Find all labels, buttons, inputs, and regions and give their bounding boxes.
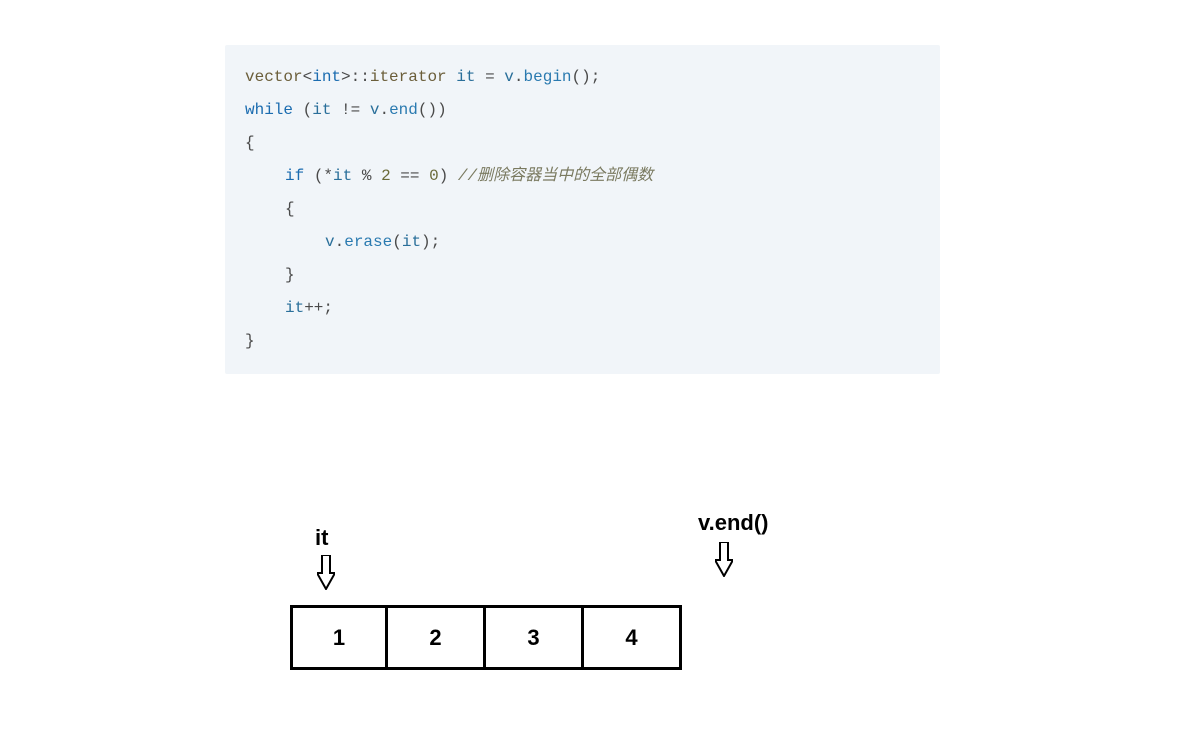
arrow-down-icon (317, 555, 335, 590)
code-line: it++; (245, 292, 920, 325)
token-punc: . (514, 68, 524, 86)
token-punc: . (379, 101, 389, 119)
token-op: ++ (304, 299, 323, 317)
token-punc: ( (392, 233, 402, 251)
comment-text: 删除容器当中的全部偶数 (477, 167, 653, 185)
code-line: while (it != v.end()) (245, 94, 920, 127)
vector-cell: 3 (486, 605, 584, 670)
comment-prefix: // (458, 167, 477, 185)
token-op: != (341, 101, 360, 119)
vector-cells: 1 2 3 4 (290, 605, 682, 670)
token-punc: ) (437, 101, 447, 119)
token-id: it (456, 68, 475, 86)
token-keyword: if (285, 167, 304, 185)
token-punc: ; (591, 68, 601, 86)
code-line: } (245, 325, 920, 358)
token-punc: ) (581, 68, 591, 86)
token-keyword: int (312, 68, 341, 86)
vector-diagram: it v.end() 1 2 3 4 (290, 500, 890, 700)
vector-cell: 4 (584, 605, 682, 670)
token-id: it (333, 167, 352, 185)
token-func: erase (344, 233, 392, 251)
token-func: end (389, 101, 418, 119)
token-keyword: while (245, 101, 293, 119)
token-punc: ( (314, 167, 324, 185)
token-id: v (504, 68, 514, 86)
token-type: iterator (370, 68, 447, 86)
vector-cell: 2 (388, 605, 486, 670)
token-op: % (362, 167, 372, 185)
vector-cell: 1 (290, 605, 388, 670)
token-id: it (285, 299, 304, 317)
token-num: 0 (429, 167, 439, 185)
token-op: * (323, 167, 333, 185)
iterator-label: it (315, 525, 328, 551)
token-punc: ; (323, 299, 333, 317)
token-punc: { (285, 200, 295, 218)
token-punc: :: (351, 68, 370, 86)
token-type: vector (245, 68, 303, 86)
code-line: { (245, 127, 920, 160)
code-line: v.erase(it); (245, 226, 920, 259)
token-op: == (400, 167, 419, 185)
token-punc: ) (439, 167, 449, 185)
token-punc: } (285, 266, 295, 284)
token-id: v (325, 233, 335, 251)
token-punc: } (245, 332, 255, 350)
token-punc: . (335, 233, 345, 251)
token-punc: < (303, 68, 313, 86)
token-punc: { (245, 134, 255, 152)
end-label: v.end() (698, 510, 768, 536)
code-line: { (245, 193, 920, 226)
code-block: vector<int>::iterator it = v.begin(); wh… (225, 45, 940, 374)
token-punc: ( (303, 101, 313, 119)
token-punc: ; (431, 233, 441, 251)
code-line: vector<int>::iterator it = v.begin(); (245, 61, 920, 94)
token-func: begin (524, 68, 572, 86)
token-punc: ) (428, 101, 438, 119)
token-punc: > (341, 68, 351, 86)
code-line: if (*it % 2 == 0) //删除容器当中的全部偶数 (245, 160, 920, 193)
token-num: 2 (381, 167, 391, 185)
token-punc: ( (572, 68, 582, 86)
token-id: it (312, 101, 331, 119)
token-punc: ) (421, 233, 431, 251)
token-op: = (485, 68, 495, 86)
arrow-down-icon (715, 542, 733, 577)
code-line: } (245, 259, 920, 292)
token-id: it (402, 233, 421, 251)
comment: //删除容器当中的全部偶数 (458, 167, 653, 185)
token-punc: ( (418, 101, 428, 119)
